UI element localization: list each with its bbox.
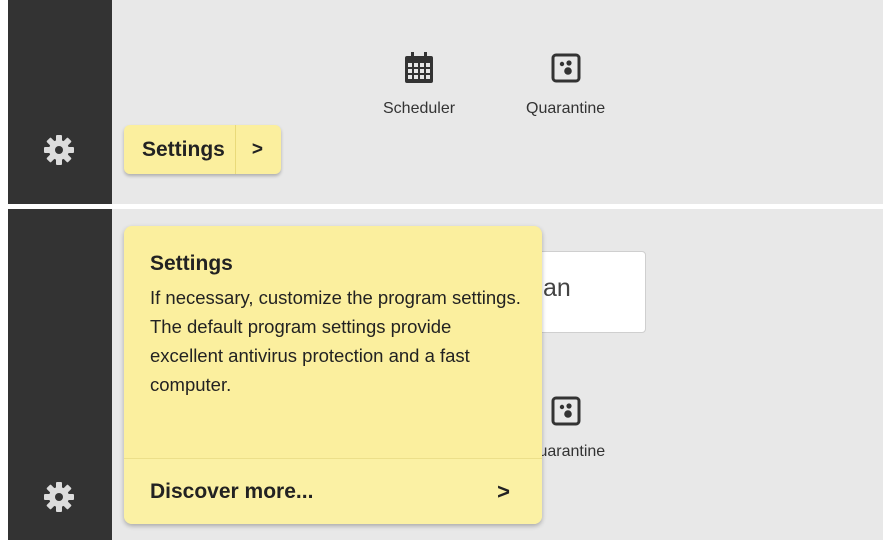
discover-more-link[interactable]: Discover more... > xyxy=(124,458,542,524)
bottom-panel: an Quarantine Settings If necessary, cus… xyxy=(8,209,883,540)
chevron-right-icon: > xyxy=(251,138,263,160)
quarantine-label: Quarantine xyxy=(526,100,606,117)
settings-tooltip-label: Settings xyxy=(124,125,236,174)
settings-gear-button[interactable] xyxy=(41,132,77,168)
settings-tooltip[interactable]: Settings > xyxy=(124,125,281,174)
top-panel: Scheduler Quarantine Settings > xyxy=(8,0,883,204)
sidebar xyxy=(8,0,112,204)
scan-label: an xyxy=(543,274,571,302)
quarantine-tool[interactable]: Quarantine xyxy=(526,52,605,118)
scheduler-tool[interactable]: Scheduler xyxy=(383,52,455,118)
quarantine-icon xyxy=(551,396,581,426)
quarantine-icon xyxy=(551,53,581,83)
calendar-icon xyxy=(405,52,434,83)
settings-gear-button[interactable] xyxy=(41,479,77,515)
gear-icon xyxy=(44,135,74,165)
chevron-right-icon: > xyxy=(497,478,510,504)
sidebar xyxy=(8,209,112,540)
main-area: an Quarantine Settings If necessary, cus… xyxy=(112,209,883,540)
gear-icon xyxy=(44,482,74,512)
scheduler-label: Scheduler xyxy=(383,100,456,117)
main-area: Scheduler Quarantine Settings > xyxy=(112,0,883,204)
discover-more-label: Discover more... xyxy=(150,479,314,503)
settings-popover: Settings If necessary, customize the pro… xyxy=(124,226,542,524)
popover-description: If necessary, customize the program sett… xyxy=(150,287,521,395)
popover-title: Settings xyxy=(150,252,233,275)
